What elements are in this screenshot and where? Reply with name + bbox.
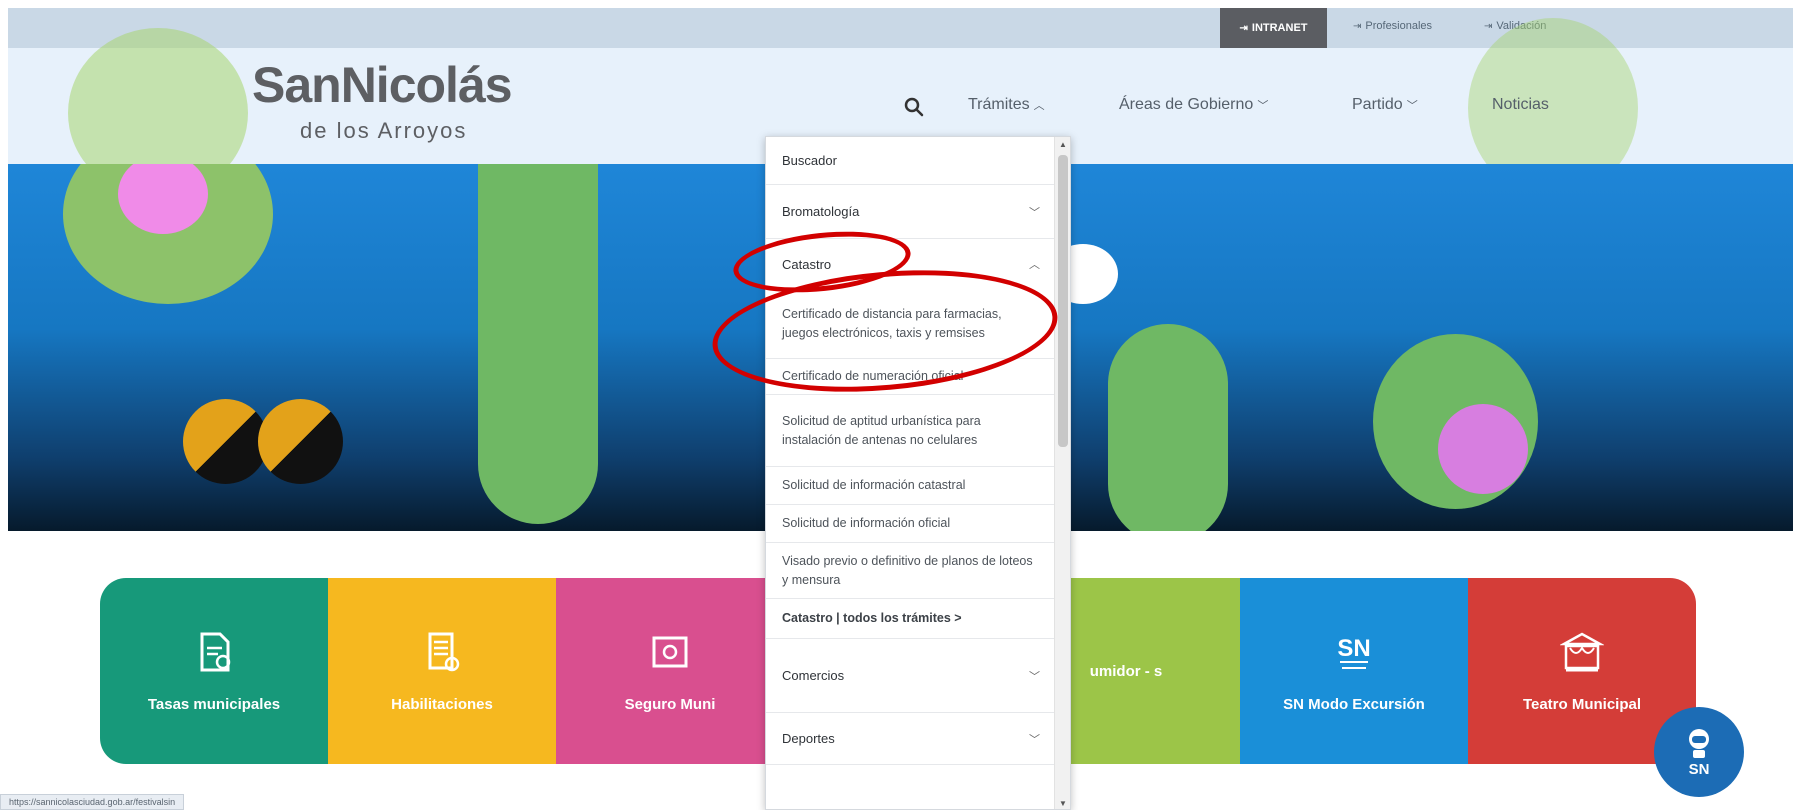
menu-item-label: Deportes — [782, 731, 835, 746]
chevron-down-icon: ﹀ — [1029, 206, 1040, 219]
svg-text:SN: SN — [1337, 635, 1370, 662]
chat-assistant-button[interactable]: SN — [1654, 707, 1744, 797]
chevron-up-icon: ︿ — [1033, 100, 1045, 112]
decor-eye — [258, 399, 343, 484]
decor-stem — [478, 164, 598, 524]
login-icon: ⇥ — [1353, 20, 1362, 32]
chevron-up-icon: ︿ — [1029, 259, 1040, 271]
browser-status-url: https://sannicolasciudad.gob.ar/festival… — [0, 794, 185, 810]
robot-icon — [1689, 728, 1709, 758]
chevron-down-icon: ﹀ — [1029, 670, 1040, 683]
submenu-item-label: Solicitud de información oficial — [782, 516, 951, 530]
submenu-item-catastro-todos[interactable]: Catastro | todos los trámites > — [766, 599, 1056, 639]
submenu-item-label: Solicitud de aptitud urbanística para in… — [782, 413, 981, 447]
menu-item-buscador[interactable]: Buscador — [766, 137, 1056, 185]
checklist-icon — [428, 632, 460, 671]
nav-partido[interactable]: Partido ﹀ — [1352, 96, 1418, 114]
login-icon: ⇥ — [1239, 22, 1248, 34]
tile-label: Tasas municipales — [147, 695, 281, 713]
chevron-down-icon: ﹀ — [1257, 100, 1269, 112]
chevron-down-icon: ﹀ — [1406, 100, 1418, 112]
tile-sn-modo-excursion[interactable]: SN SN Modo Excursión — [1240, 578, 1468, 764]
sn-excursion-icon: SN — [1337, 635, 1371, 669]
profesionales-label: Profesionales — [1365, 20, 1433, 32]
page: ⇥ INTRANET ⇥ Profesionales ⇥ Validación … — [0, 0, 1793, 810]
document-icon — [200, 632, 231, 671]
nav-areas-label: Áreas de Gobierno — [1119, 96, 1254, 113]
decor-eye — [183, 399, 268, 484]
login-icon: ⇥ — [1484, 20, 1493, 32]
menu-item-deportes[interactable]: Deportes ﹀ — [766, 713, 1056, 765]
intranet-label: INTRANET — [1251, 22, 1308, 34]
submenu-item-label: Visado previo o definitivo de planos de … — [782, 553, 1033, 587]
dropdown-scrollbar[interactable]: ▲ ▼ — [1054, 137, 1070, 809]
nav-noticias[interactable]: Noticias — [1492, 96, 1549, 114]
chevron-down-icon: ﹀ — [1029, 733, 1040, 746]
tile-tasas-municipales[interactable]: Tasas municipales — [100, 578, 328, 764]
decor-stem — [1108, 324, 1228, 531]
tile-label: Habilitaciones — [391, 695, 493, 713]
menu-item-bromatologia[interactable]: Bromatología ﹀ — [766, 185, 1056, 239]
chat-label: SN — [1688, 760, 1710, 778]
profesionales-link[interactable]: ⇥ Profesionales — [1353, 16, 1432, 36]
site-logo[interactable]: SanNicolás — [252, 56, 513, 114]
nav-tramites[interactable]: Trámites ︿ — [968, 96, 1045, 114]
tile-label: Teatro Municipal — [1522, 695, 1642, 713]
search-icon[interactable] — [903, 96, 925, 118]
nav-noticias-label: Noticias — [1492, 96, 1549, 113]
shield-icon — [652, 636, 688, 667]
menu-item-label: Buscador — [782, 153, 837, 168]
scroll-thumb[interactable] — [1058, 155, 1068, 447]
tile-seguro[interactable]: Seguro Muni — [556, 578, 784, 764]
tile-label: umidor - s — [1089, 662, 1163, 680]
submenu-item-label: Catastro | todos los trámites > — [782, 611, 962, 625]
submenu-item-aptitud-urbanistica[interactable]: Solicitud de aptitud urbanística para in… — [766, 395, 1056, 467]
nav-areas-gobierno[interactable]: Áreas de Gobierno ﹀ — [1119, 96, 1268, 114]
nav-partido-label: Partido — [1352, 96, 1403, 113]
nav-tramites-label: Trámites — [968, 96, 1030, 113]
theater-icon — [1560, 632, 1604, 671]
site-logo-subtitle: de los Arroyos — [300, 118, 468, 143]
flower-decor — [1438, 404, 1528, 494]
tile-habilitaciones[interactable]: Habilitaciones — [328, 578, 556, 764]
submenu-item-informacion-oficial[interactable]: Solicitud de información oficial — [766, 505, 1056, 543]
scroll-down-icon[interactable]: ▼ — [1059, 799, 1067, 808]
menu-item-label: Comercios — [782, 668, 845, 683]
scroll-up-icon[interactable]: ▲ — [1059, 140, 1067, 149]
submenu-item-visado-planos[interactable]: Visado previo o definitivo de planos de … — [766, 543, 1056, 599]
submenu-item-label: Solicitud de información catastral — [782, 478, 966, 492]
tile-label: Seguro Muni — [624, 695, 716, 713]
tile-label: SN Modo Excursión — [1283, 695, 1425, 713]
menu-item-label: Bromatología — [782, 204, 860, 219]
submenu-item-informacion-catastral[interactable]: Solicitud de información catastral — [766, 467, 1056, 505]
menu-item-comercios[interactable]: Comercios ﹀ — [766, 639, 1056, 713]
intranet-link[interactable]: ⇥ INTRANET — [1220, 8, 1327, 48]
